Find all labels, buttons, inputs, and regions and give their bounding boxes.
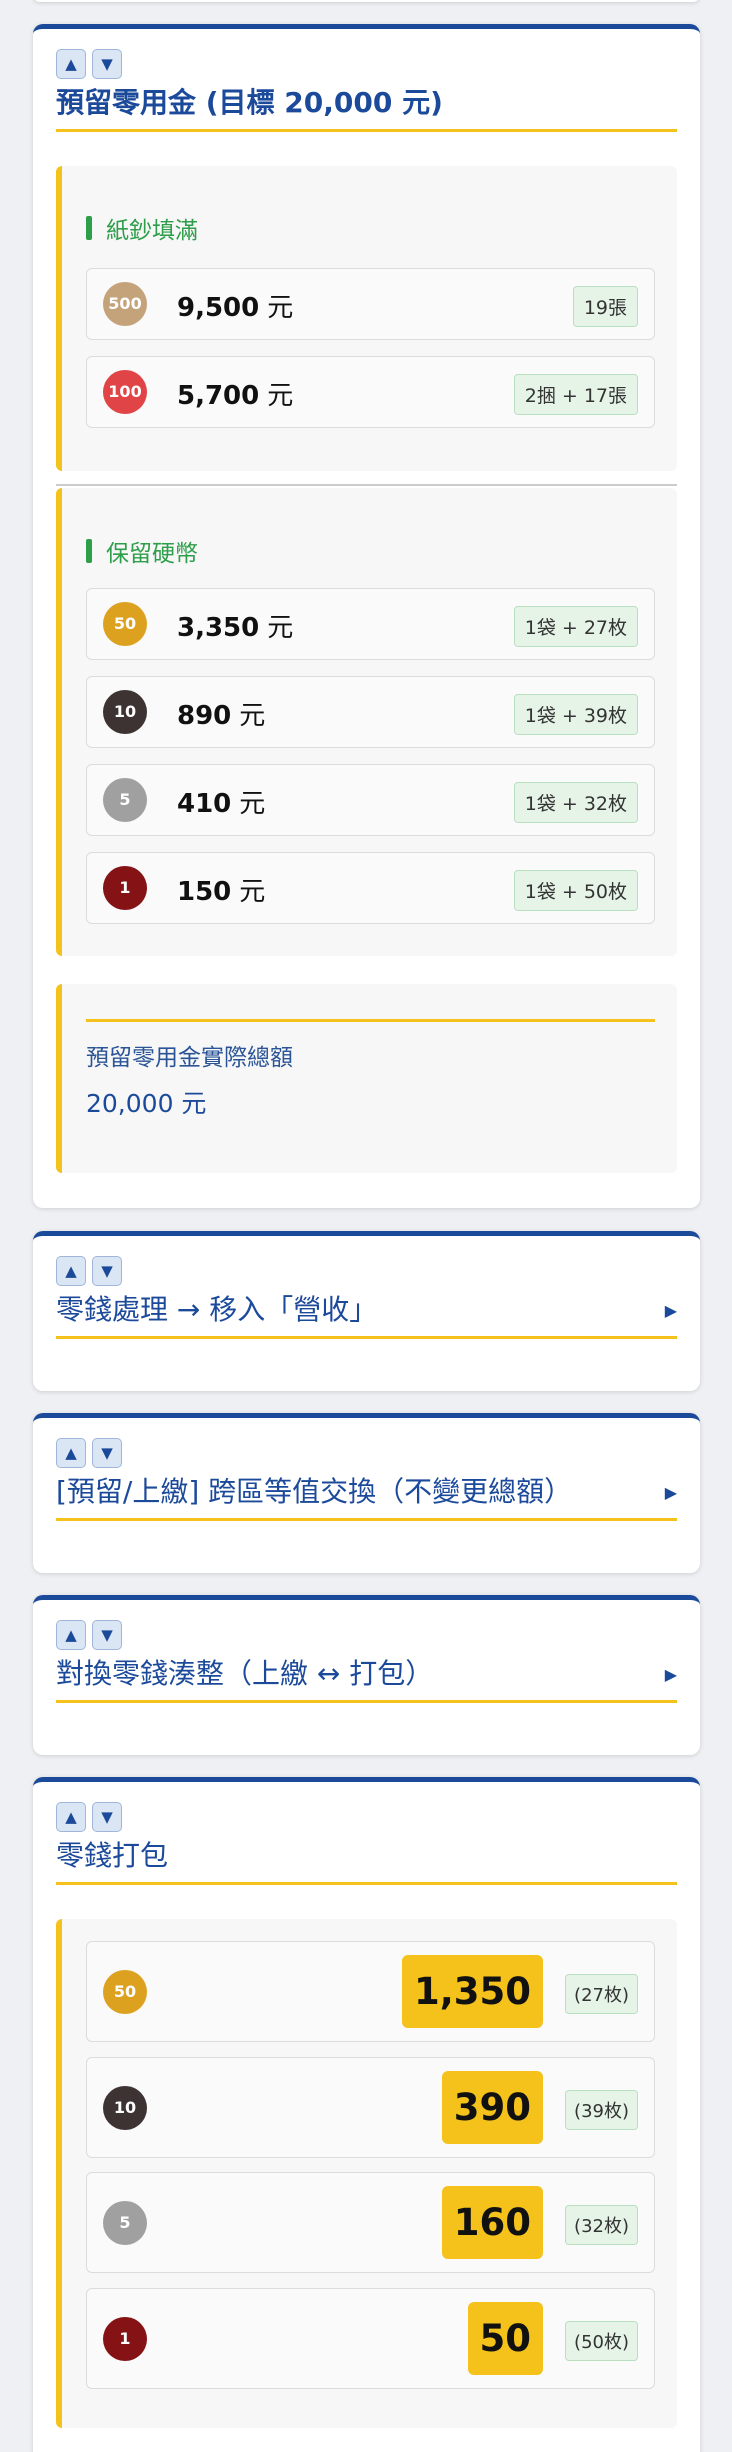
coin-10-icon: 10 (103, 2086, 147, 2130)
coin-50-icon: 50 (103, 1970, 147, 2014)
reserve-card-header: ▲ ▼ 預留零用金 (目標 20,000 元) (56, 29, 677, 132)
coin-1-icon: 1 (103, 2317, 147, 2361)
move-down-button[interactable]: ▼ (92, 1620, 122, 1650)
section-marker (86, 539, 92, 563)
reorder-controls: ▲ ▼ (56, 1438, 677, 1468)
coin-row-1: 1 150 元 1袋 + 50枚 (86, 852, 655, 924)
total-separator (86, 1019, 655, 1022)
change-rounding-title: 對換零錢湊整（上繳 ↔ 打包） (56, 1657, 434, 1690)
move-up-button[interactable]: ▲ (56, 1438, 86, 1468)
coin-5-icon: 5 (103, 778, 147, 822)
reserve-total-panel: 預留零用金實際總額 20,000 元 (56, 984, 677, 1173)
pack-10-count: (39枚) (565, 2090, 638, 2130)
pack-row-50: 50 1,350 (27枚) (86, 1941, 655, 2042)
coin-row-5: 5 410 元 1袋 + 32枚 (86, 764, 655, 836)
coin-5-badge: 1袋 + 32枚 (513, 782, 638, 823)
coin-1-amount: 150 元 (177, 877, 266, 907)
pack-50-value: 1,350 (401, 1955, 543, 2028)
reserve-total-value: 20,000 元 (86, 1089, 207, 1118)
bill-500-badge: 19張 (572, 286, 638, 327)
coin-5-amount: 410 元 (177, 789, 266, 819)
coins-panel: 保留硬幣 50 3,350 元 1袋 + 27枚 10 890 元 1袋 + 39枚… (56, 488, 677, 956)
change-rounding-card[interactable]: ▲ ▼ 對換零錢湊整（上繳 ↔ 打包） ▶ (33, 1595, 700, 1755)
triangle-right-icon[interactable]: ▶ (665, 1301, 677, 1320)
move-down-button[interactable]: ▼ (92, 1256, 122, 1286)
bills-section-label: 紙鈔填滿 (86, 211, 198, 245)
pack-10-value: 390 (441, 2071, 543, 2144)
change-rounding-header[interactable]: ▲ ▼ 對換零錢湊整（上繳 ↔ 打包） ▶ (56, 1600, 677, 1703)
reserve-total-label: 預留零用金實際總額 (86, 1045, 293, 1071)
triangle-right-icon[interactable]: ▶ (665, 1665, 677, 1684)
pack-row-1: 1 50 (50枚) (86, 2288, 655, 2389)
bills-label-text: 紙鈔填滿 (106, 218, 198, 244)
coin-50-icon: 50 (103, 602, 147, 646)
coin-10-amount: 890 元 (177, 701, 266, 731)
bill-100-icon: 100 (103, 370, 147, 414)
pack-row-10: 10 390 (39枚) (86, 2057, 655, 2158)
reorder-controls: ▲ ▼ (56, 1620, 677, 1650)
reorder-controls: ▲ ▼ (56, 49, 677, 79)
pack-row-5: 5 160 (32枚) (86, 2172, 655, 2273)
pack-50-count: (27枚) (565, 1974, 638, 2014)
bill-100-amount: 5,700 元 (177, 381, 294, 411)
reorder-controls: ▲ ▼ (56, 1256, 677, 1286)
packing-panel: 50 1,350 (27枚) 10 390 (39枚) 5 160 (32枚) … (56, 1919, 677, 2428)
move-up-button[interactable]: ▲ (56, 1256, 86, 1286)
packing-card: ▲ ▼ 零錢打包 50 1,350 (27枚) 10 390 (39枚) 5 1… (33, 1777, 700, 2452)
coin-10-badge: 1袋 + 39枚 (513, 694, 638, 735)
coin-5-icon: 5 (103, 2201, 147, 2245)
panel-divider (56, 484, 677, 486)
packing-card-title: 零錢打包 (56, 1839, 169, 1872)
bill-100-badge: 2捆 + 17張 (513, 374, 638, 415)
packing-card-header: ▲ ▼ 零錢打包 (56, 1782, 677, 1885)
triangle-right-icon[interactable]: ▶ (665, 1483, 677, 1502)
move-down-button[interactable]: ▼ (92, 1438, 122, 1468)
reserve-card-title: 預留零用金 (目標 20,000 元) (56, 86, 443, 119)
bill-row-100: 100 5,700 元 2捆 + 17張 (86, 356, 655, 428)
coins-label-text: 保留硬幣 (106, 541, 198, 567)
cross-zone-exchange-card[interactable]: ▲ ▼ [預留/上繳] 跨區等值交換（不變更總額） ▶ (33, 1413, 700, 1573)
change-to-revenue-header[interactable]: ▲ ▼ 零錢處理 → 移入「營收」 ▶ (56, 1236, 677, 1339)
pack-5-count: (32枚) (565, 2205, 638, 2245)
bill-500-amount: 9,500 元 (177, 293, 294, 323)
coin-row-50: 50 3,350 元 1袋 + 27枚 (86, 588, 655, 660)
coin-50-badge: 1袋 + 27枚 (513, 606, 638, 647)
move-down-button[interactable]: ▼ (92, 49, 122, 79)
pack-1-count: (50枚) (565, 2321, 638, 2361)
coins-section-label: 保留硬幣 (86, 534, 198, 568)
cross-zone-exchange-header[interactable]: ▲ ▼ [預留/上繳] 跨區等值交換（不變更總額） ▶ (56, 1418, 677, 1521)
reorder-controls: ▲ ▼ (56, 1802, 677, 1832)
bills-panel: 紙鈔填滿 500 9,500 元 19張 100 5,700 元 2捆 + 17張 (56, 166, 677, 471)
coin-50-amount: 3,350 元 (177, 613, 294, 643)
bill-row-500: 500 9,500 元 19張 (86, 268, 655, 340)
bill-500-icon: 500 (103, 282, 147, 326)
reserve-card: ▲ ▼ 預留零用金 (目標 20,000 元) 紙鈔填滿 500 9,500 元 … (33, 24, 700, 1208)
coin-10-icon: 10 (103, 690, 147, 734)
coin-1-icon: 1 (103, 866, 147, 910)
pack-1-value: 50 (467, 2302, 543, 2375)
move-down-button[interactable]: ▼ (92, 1802, 122, 1832)
coin-row-10: 10 890 元 1袋 + 39枚 (86, 676, 655, 748)
move-up-button[interactable]: ▲ (56, 1620, 86, 1650)
move-up-button[interactable]: ▲ (56, 1802, 86, 1832)
change-to-revenue-card[interactable]: ▲ ▼ 零錢處理 → 移入「營收」 ▶ (33, 1231, 700, 1391)
pack-5-value: 160 (441, 2186, 543, 2259)
previous-card-bottom (33, 0, 700, 2)
move-up-button[interactable]: ▲ (56, 49, 86, 79)
coin-1-badge: 1袋 + 50枚 (513, 870, 638, 911)
section-marker (86, 216, 92, 240)
change-to-revenue-title: 零錢處理 → 移入「營收」 (56, 1293, 378, 1326)
cross-zone-exchange-title: [預留/上繳] 跨區等值交換（不變更總額） (56, 1475, 573, 1508)
